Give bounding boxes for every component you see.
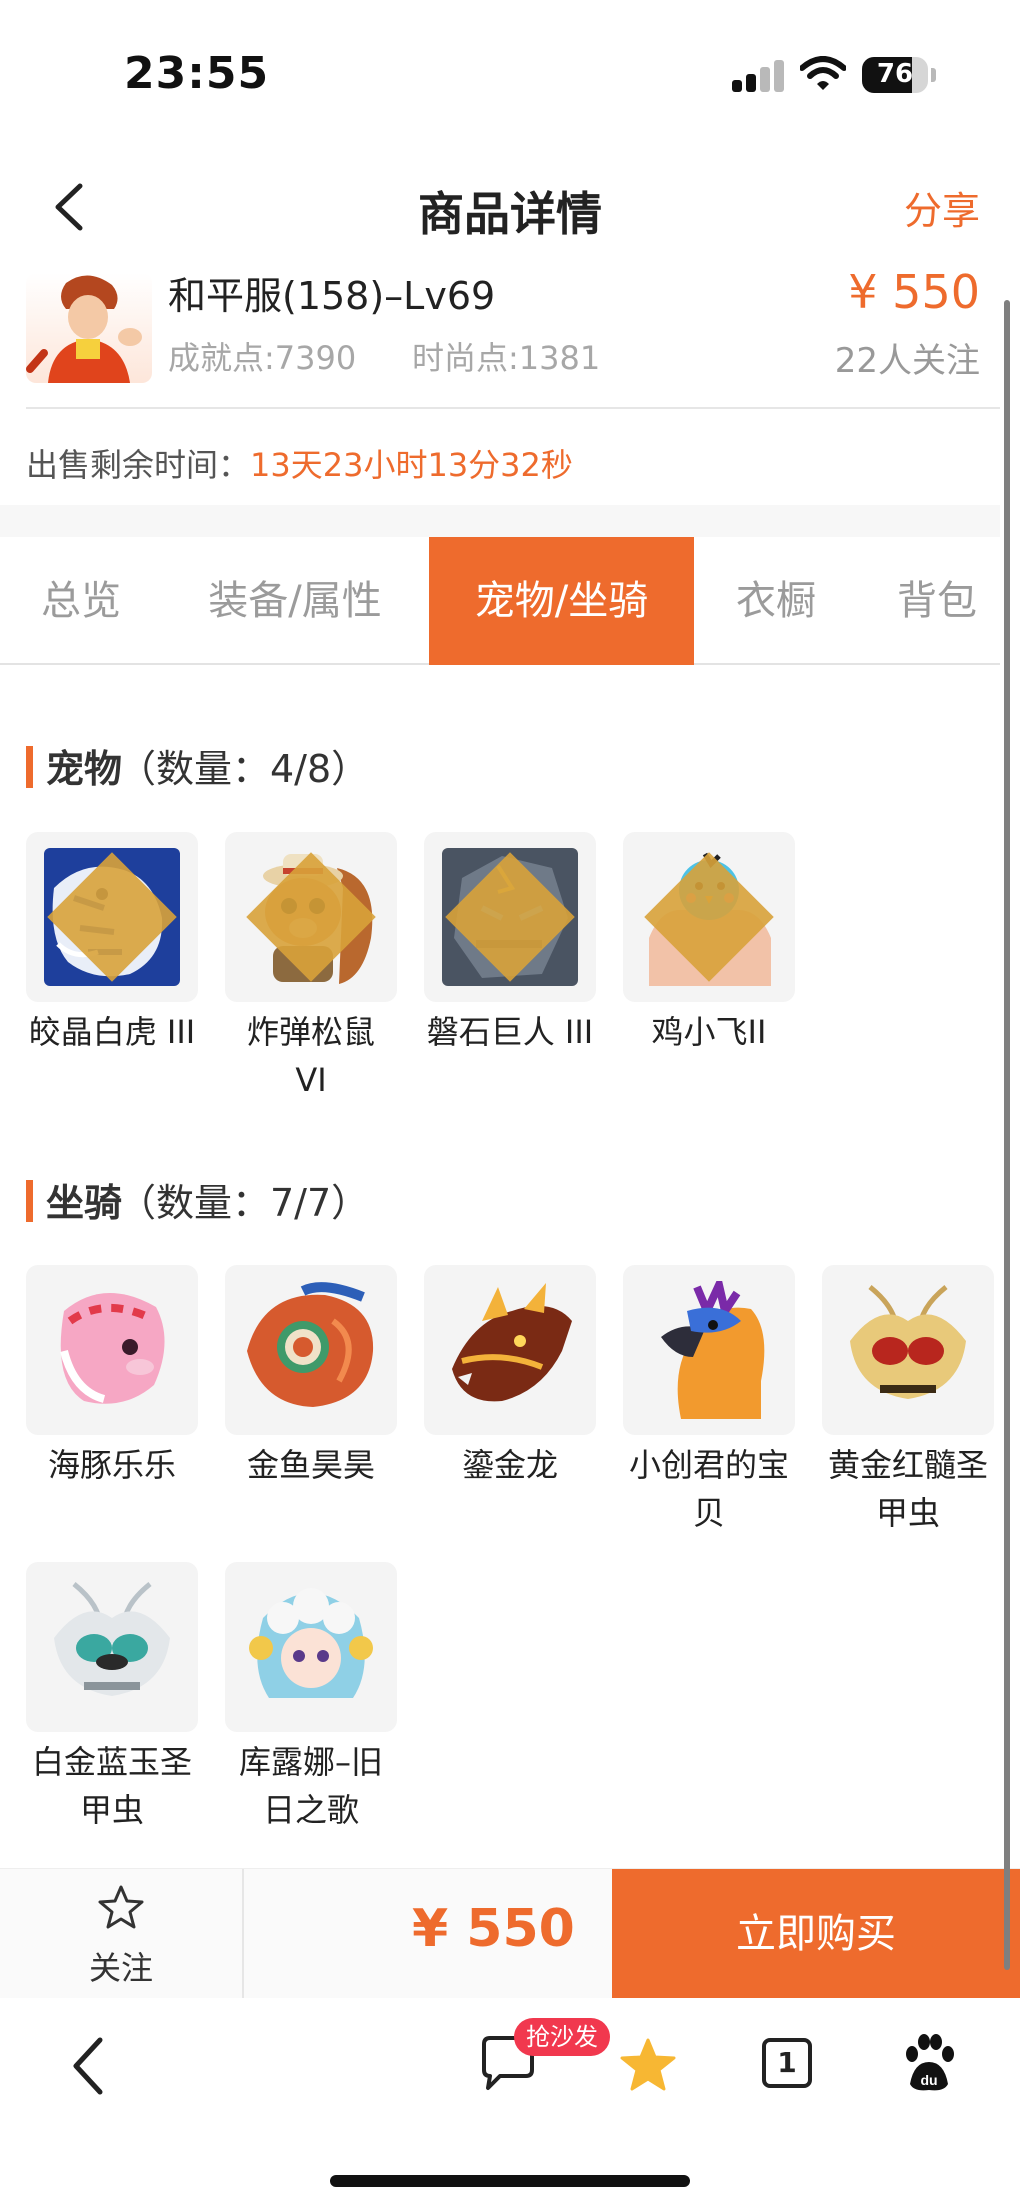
character-avatar: [26, 273, 152, 383]
product-summary[interactable]: 和平服(158)–Lv69 成就点:7390 时尚点:1381 ¥ 550 22…: [0, 265, 1000, 410]
pet-card[interactable]: 皎晶白虎 III: [26, 832, 198, 1056]
detail-tabs: 总览 装备/属性 宠物/坐骑 衣橱 背包: [0, 537, 1000, 665]
pet-card[interactable]: 炸弹松鼠 VI: [225, 832, 397, 1104]
section-spacer: [0, 505, 1000, 537]
kuluna-icon: [249, 1588, 373, 1698]
tab-backpack[interactable]: 背包: [862, 537, 1012, 665]
pets-count: （数量：4/8）: [118, 747, 370, 791]
tab-count-button[interactable]: 1: [762, 2038, 812, 2088]
remaining-time-label: 出售剩余时间：: [26, 446, 251, 484]
battery-icon: 76: [862, 57, 928, 93]
character-portrait-icon: [26, 275, 142, 383]
favorite-star-icon[interactable]: [618, 2036, 678, 2096]
buy-now-button[interactable]: 立即购买: [612, 1869, 1020, 1999]
tab-pets-mounts[interactable]: 宠物/坐骑: [429, 537, 694, 665]
mount-card[interactable]: 黄金红髓圣甲虫: [822, 1265, 994, 1537]
status-bar: 23:55 76: [0, 0, 1020, 150]
mount-card[interactable]: 鎏金龙: [424, 1265, 596, 1489]
star-outline-icon: [98, 1885, 144, 1929]
product-price: ¥ 550: [848, 265, 980, 319]
pet-name: 磐石巨人 III: [426, 1013, 594, 1051]
mount-card[interactable]: 金鱼昊昊: [225, 1265, 397, 1489]
rank-badge-icon: [445, 852, 575, 982]
mount-card[interactable]: 白金蓝玉圣甲虫: [26, 1562, 198, 1834]
battery-level: 76: [876, 59, 914, 89]
mount-card[interactable]: 小创君的宝贝: [623, 1265, 795, 1537]
pet-name: 炸弹松鼠 VI: [246, 1013, 375, 1099]
section-accent-bar: [26, 746, 33, 788]
share-button[interactable]: 分享: [904, 180, 980, 235]
page-header: 商品详情 分享: [0, 150, 1020, 265]
rank-badge-icon: [47, 852, 177, 982]
mount-name: 金鱼昊昊: [246, 1446, 375, 1484]
mount-card[interactable]: 海豚乐乐: [26, 1265, 198, 1489]
tab-wardrobe[interactable]: 衣橱: [708, 537, 844, 665]
pet-card[interactable]: 鸡小飞II: [623, 832, 795, 1056]
page-title: 商品详情: [418, 187, 602, 241]
mount-name: 小创君的宝贝: [628, 1446, 789, 1532]
pet-name: 鸡小飞II: [651, 1013, 767, 1051]
goldfish-icon: [247, 1282, 374, 1407]
battery-nub: [931, 68, 936, 82]
rank-badge-icon: [644, 852, 774, 982]
divider: [242, 1869, 244, 1999]
remaining-time-value: 13天23小时13分32秒: [250, 446, 573, 484]
mount-card[interactable]: 库露娜–旧日之歌: [225, 1562, 397, 1834]
mount-name: 库露娜–旧日之歌: [238, 1743, 383, 1829]
rank-badge-icon: [246, 852, 376, 982]
pet-name: 皎晶白虎 III: [28, 1013, 196, 1051]
dolphin-icon: [60, 1292, 165, 1404]
mount-name: 鎏金龙: [461, 1446, 558, 1484]
mount-name: 海豚乐乐: [47, 1446, 176, 1484]
pets-section-title: 宠物: [46, 747, 123, 791]
bottom-price: ¥ 550: [412, 1899, 575, 1959]
comment-badge: 抢沙发: [514, 2018, 610, 2056]
follower-count: 22人关注: [834, 341, 980, 381]
pet-card[interactable]: 磐石巨人 III: [424, 832, 596, 1056]
section-accent-bar: [26, 1180, 33, 1222]
mounts-count: （数量：7/7）: [118, 1181, 370, 1225]
achievement-points: 成就点:7390: [168, 339, 357, 377]
sale-remaining-time: 出售剩余时间：13天23小时13分32秒: [26, 440, 573, 486]
follow-button[interactable]: 关注: [0, 1869, 242, 1999]
tab-equipment-attributes[interactable]: 装备/属性: [176, 537, 414, 665]
follow-label: 关注: [88, 1949, 153, 1987]
platinum-beetle-icon: [54, 1582, 170, 1696]
divider: [26, 407, 1000, 409]
home-indicator: [330, 2175, 690, 2187]
fashion-points: 时尚点:1381: [412, 339, 601, 377]
phoenix-icon: [661, 1281, 765, 1419]
baidu-paw-icon[interactable]: du: [900, 2032, 958, 2094]
wifi-icon: [800, 56, 846, 90]
mount-name: 白金蓝玉圣甲虫: [31, 1743, 192, 1829]
mounts-section-title: 坐骑: [46, 1181, 123, 1225]
status-time: 23:55: [124, 48, 270, 99]
tab-overview[interactable]: 总览: [0, 537, 162, 665]
scrollbar[interactable]: [1004, 300, 1010, 1970]
product-name: 和平服(158)–Lv69: [168, 274, 496, 318]
mount-name: 黄金红髓圣甲虫: [827, 1446, 988, 1532]
gold-beetle-icon: [850, 1285, 966, 1399]
browser-back-icon[interactable]: [68, 2036, 108, 2096]
purchase-bar: 关注 ¥ 550 立即购买: [0, 1868, 1020, 1999]
svg-text:du: du: [920, 2072, 937, 2088]
cellular-signal-icon: [732, 60, 784, 92]
dragon-icon: [452, 1283, 572, 1402]
